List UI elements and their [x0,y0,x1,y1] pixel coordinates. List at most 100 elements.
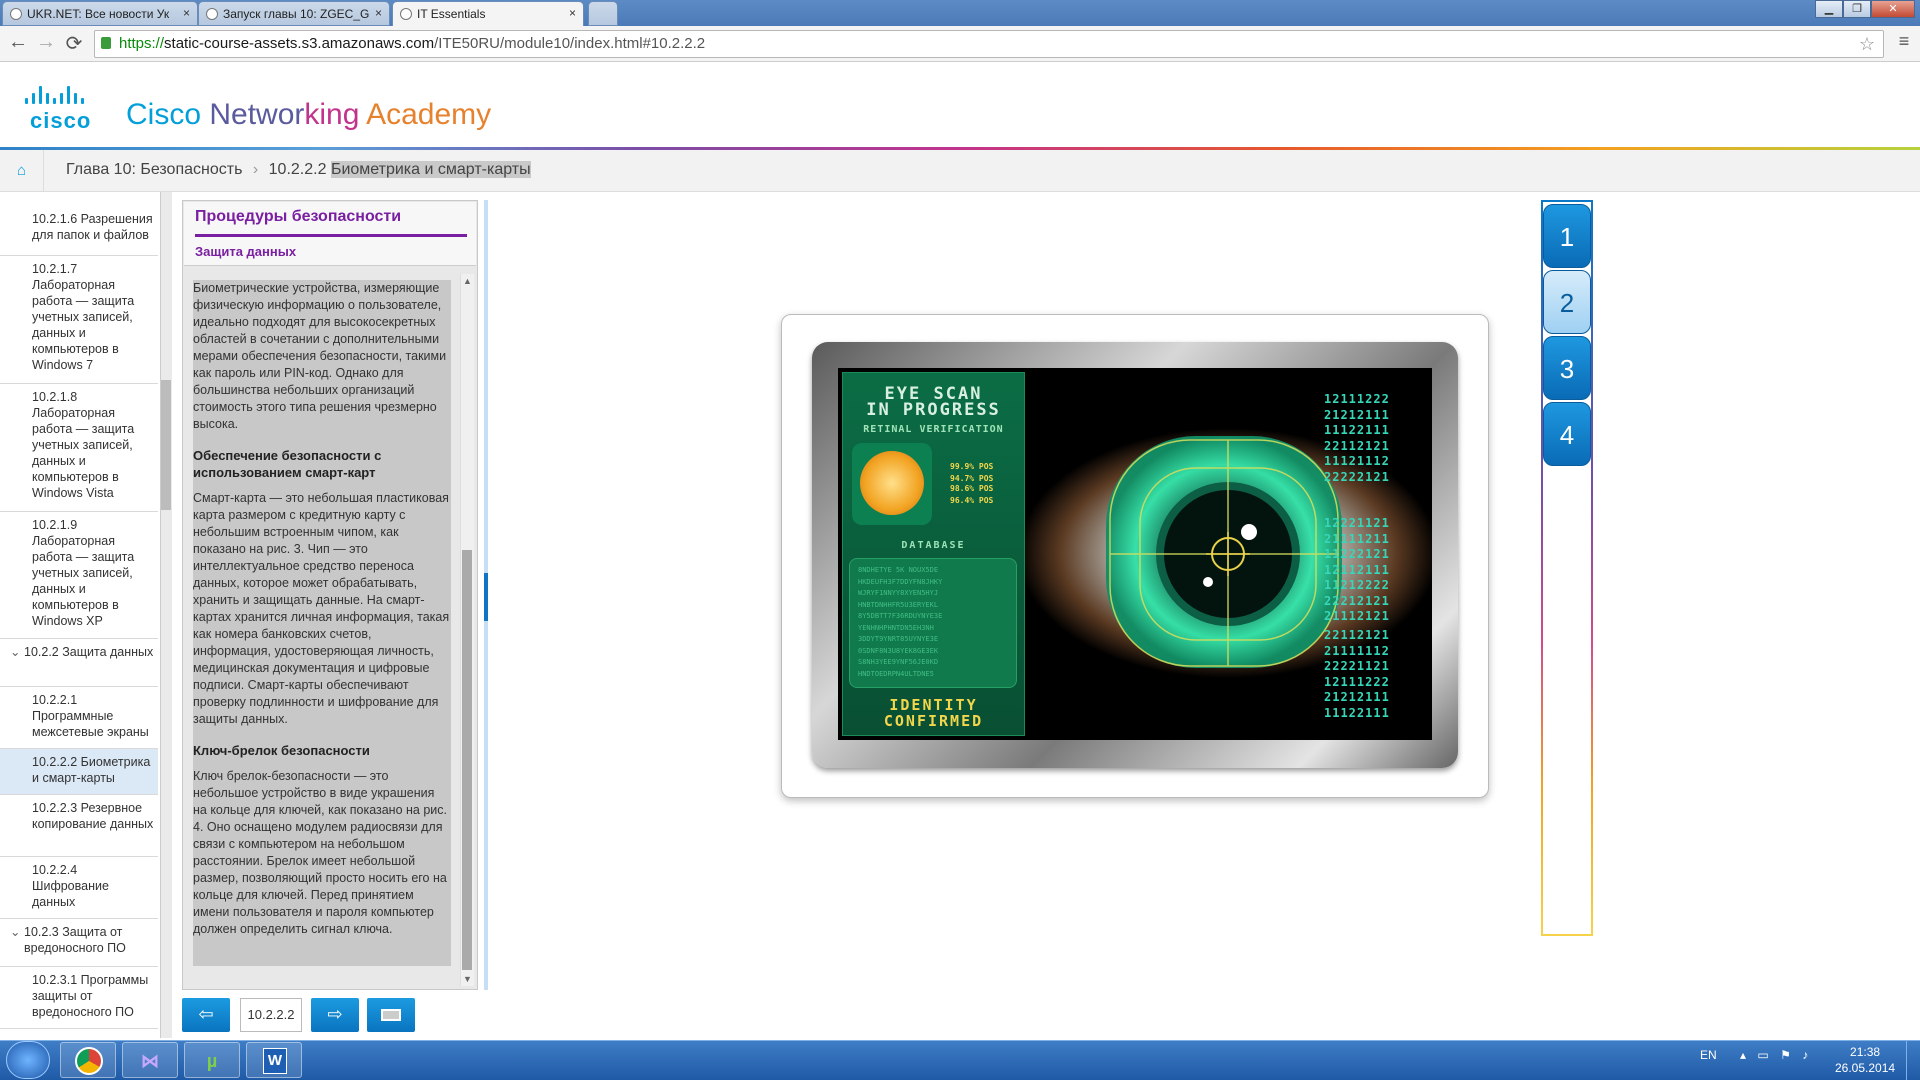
network-icon[interactable]: ▭ [1757,1048,1768,1062]
panel-divider-handle[interactable] [484,573,488,621]
prev-page-button[interactable]: ⇦ [182,998,230,1032]
figure-tab-2[interactable]: 2 [1543,270,1591,334]
toc-item-10-2-1-7[interactable]: 10.2.1.7 Лабораторная работа — защита уч… [0,256,158,384]
language-indicator[interactable]: EN [1700,1048,1717,1062]
secure-lock-icon [101,37,111,49]
address-bar[interactable]: https://static-course-assets.s3.amazonaw… [94,30,1884,58]
breadcrumb-current-title: Биометрика и смарт-карты [330,161,531,178]
home-icon[interactable]: ⌂ [0,150,44,192]
chevron-down-icon: ⌄ [10,645,21,659]
toc-item-label: 10.2.3.1 Программы защиты от вредоносног… [32,973,149,1019]
code-column-3: 22112121 21111112 22221121 12111222 2121… [1324,628,1390,721]
clock-date: 26.05.2014 [1835,1061,1896,1075]
code-line: 11212222 [1324,578,1390,592]
toc-item-label: 10.2.1.7 Лабораторная работа — защита уч… [32,262,135,372]
chrome-taskbar-icon[interactable] [60,1042,116,1078]
toc-item-label: 10.2.2.1 Программные межсетевые экраны [32,693,149,739]
system-clock[interactable]: 21:38 26.05.2014 [1835,1044,1895,1076]
start-button[interactable] [6,1041,50,1079]
database-lines: 8NDHETYE 5K NOUX5DE HKDEUFH3F7DDYFN8JHKY… [858,565,1012,680]
cisco-logo-icon [25,84,105,104]
scan-stat: 94.7% POS [950,474,994,483]
content-paragraph: Ключ брелок-безопасности — это небольшое… [193,769,447,936]
db-line: WJRYF1NNYY8XYEN5HYJ [858,589,939,597]
toc-item-10-2-1-9[interactable]: 10.2.1.9 Лабораторная работа — защита уч… [0,512,158,639]
browser-toolbar: ← → ⟳ https://static-course-assets.s3.am… [0,26,1920,62]
scan-stat: 98.6% POS [950,484,994,493]
action-center-flag-icon[interactable]: ⚑ [1780,1048,1791,1062]
retina-image [852,443,932,525]
code-line: 11122111 [1324,423,1390,437]
toc-item-10-2-2-2[interactable]: 10.2.2.2 Биометрика и смарт-карты [0,749,158,795]
browser-tab-1[interactable]: UKR.NET: Все новости Ук × [2,1,198,26]
figure-tab-3[interactable]: 3 [1543,336,1591,400]
toc-scrollbar[interactable] [160,192,172,1038]
show-desktop-button[interactable] [1906,1040,1920,1080]
code-line: 21212111 [1324,407,1390,422]
reload-icon[interactable]: ⟳ [62,31,86,56]
retina-disc [860,451,924,515]
forward-arrow-icon[interactable]: → [34,31,58,54]
close-tab-icon[interactable]: × [375,6,382,20]
menu-icon[interactable]: ≡ [1892,31,1916,52]
next-page-button[interactable]: ⇨ [311,998,359,1032]
show-hidden-icons-icon[interactable]: ▴ [1740,1048,1746,1062]
code-line: 22112121 [1324,438,1390,453]
right-arrow-icon: ⇨ [327,1004,343,1024]
toc-item-10-2-2-4[interactable]: 10.2.2.4 Шифрование данных [0,857,158,919]
brand-name[interactable]: Cisco Networking Academy [126,98,491,132]
page-number-field[interactable]: 10.2.2.2 [240,998,302,1032]
word-logo-icon: W [263,1048,287,1074]
close-tab-icon[interactable]: × [569,6,576,20]
browser-tab-title: UKR.NET: Все новости Ук [27,7,170,21]
close-tab-icon[interactable]: × [183,6,190,20]
content-scrollbar-thumb[interactable] [462,550,472,970]
breadcrumb-chapter[interactable]: Глава 10: Безопасность [66,161,242,178]
eye-reflection [1241,524,1257,540]
browser-tab-3[interactable]: IT Essentials × [392,1,584,27]
content-paragraph: Смарт-карта — это небольшая пластиковая … [193,491,450,726]
toc-item-10-2-2-1[interactable]: 10.2.2.1 Программные межсетевые экраны [0,687,158,749]
utorrent-taskbar-icon[interactable]: µ [184,1042,240,1078]
media-toggle-button[interactable] [367,998,415,1032]
toc-item-label: 10.2.1.6 Разрешения для папок и файлов [32,212,153,242]
db-line: 3DDYT9YNRT85UYNYE3E [858,635,939,643]
word-taskbar-icon[interactable]: W [246,1042,302,1078]
content-text: Биометрические устройства, измеряющие фи… [193,280,451,966]
toc-section-10-2-2[interactable]: ⌄ 10.2.2 Защита данных [0,639,158,687]
code-line: 12112111 [1324,562,1390,577]
back-arrow-icon[interactable]: ← [6,31,30,54]
volume-icon[interactable]: ♪ [1802,1048,1808,1062]
figure-tab-4[interactable]: 4 [1543,402,1591,466]
identity-confirmed-line-2: CONFIRMED [883,712,984,730]
breadcrumb-current-number: 10.2.2.2 [268,161,327,178]
toc-scrollbar-thumb[interactable] [161,380,171,510]
scroll-down-arrow-icon[interactable]: ▼ [463,974,472,984]
content-heading: Обеспечение безопасности с использование… [193,448,382,480]
eye-reflection [1203,577,1213,587]
bookmark-star-icon[interactable]: ☆ [1859,34,1875,55]
screen-icon [381,1009,401,1021]
code-line: 22112121 [1324,628,1390,642]
maximize-window-button[interactable]: ❐ [1843,0,1871,18]
toc-section-10-2-3[interactable]: ⌄ 10.2.3 Защита от вредоносного ПО [0,919,158,967]
code-line: 21212111 [1324,690,1390,704]
scroll-up-arrow-icon[interactable]: ▲ [463,276,472,286]
close-window-button[interactable]: ✕ [1871,0,1915,18]
new-tab-button[interactable] [588,1,618,26]
toc-item-10-2-2-3[interactable]: 10.2.2.3 Резервное копирование данных [0,795,158,857]
minimize-window-button[interactable]: ▁ [1815,0,1843,18]
brand-part: Cisco [126,98,210,131]
db-line: HNDTOEDRPN4ULTDNE5 [858,669,934,678]
visual-studio-taskbar-icon[interactable]: ⋈ [122,1042,178,1078]
toc-item-10-2-1-6[interactable]: 10.2.1.6 Разрешения для папок и файлов [0,206,158,256]
url-scheme: https:// [119,35,165,52]
toc-item-10-2-3-1[interactable]: 10.2.3.1 Программы защиты от вредоносног… [0,967,158,1029]
db-line: S8NH3YEE9YNF56JE0KD [858,658,939,666]
browser-tab-2[interactable]: Запуск главы 10: ZGEC_G × [198,1,390,26]
code-line: 12111222 [1324,392,1390,406]
toc-item-10-2-1-8[interactable]: 10.2.1.8 Лабораторная работа — защита уч… [0,384,158,512]
figure-tab-1[interactable]: 1 [1543,204,1591,268]
toc-item-label: 10.2.2.2 Биометрика и смарт-карты [32,755,151,785]
db-line: 8Y5DBTT7F36RDUYNYE3E [858,612,943,620]
